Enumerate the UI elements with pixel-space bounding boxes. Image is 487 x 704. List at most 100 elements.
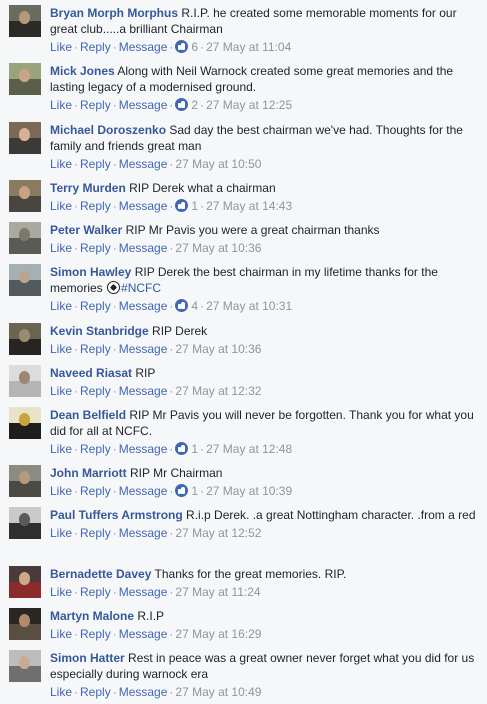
message-button[interactable]: Message <box>119 299 168 313</box>
avatar[interactable] <box>9 566 41 598</box>
thumbs-up-icon[interactable] <box>175 484 189 497</box>
avatar[interactable] <box>9 264 41 296</box>
hashtag-link[interactable]: #NCFC <box>121 281 161 295</box>
reply-button[interactable]: Reply <box>80 157 111 171</box>
like-button[interactable]: Like <box>50 526 72 540</box>
reply-button[interactable]: Reply <box>80 585 111 599</box>
avatar[interactable] <box>9 650 41 682</box>
comment-author[interactable]: Bryan Morph Morphus <box>50 6 178 20</box>
avatar[interactable] <box>9 507 41 539</box>
message-button[interactable]: Message <box>119 98 168 112</box>
comment-timestamp[interactable]: 27 May at 12:32 <box>175 384 261 398</box>
reply-button[interactable]: Reply <box>80 98 111 112</box>
like-button[interactable]: Like <box>50 585 72 599</box>
message-button[interactable]: Message <box>119 442 168 456</box>
message-button[interactable]: Message <box>119 40 168 54</box>
comment-timestamp[interactable]: 27 May at 10:36 <box>175 342 261 356</box>
reply-button[interactable]: Reply <box>80 526 111 540</box>
comment-author[interactable]: Martyn Malone <box>50 609 134 623</box>
reply-button[interactable]: Reply <box>80 40 111 54</box>
reply-button[interactable]: Reply <box>80 342 111 356</box>
reply-button[interactable]: Reply <box>80 484 111 498</box>
avatar[interactable] <box>9 608 41 640</box>
like-button[interactable]: Like <box>50 685 72 699</box>
like-button[interactable]: Like <box>50 299 72 313</box>
comment-timestamp[interactable]: 27 May at 10:31 <box>206 299 292 313</box>
separator: · <box>200 40 205 54</box>
comment-body: Mick Jones Along with Neil Warnock creat… <box>50 63 479 95</box>
reply-button[interactable]: Reply <box>80 199 111 213</box>
comment-timestamp[interactable]: 27 May at 10:49 <box>175 685 261 699</box>
comment-author[interactable]: Paul Tuffers Armstrong <box>50 508 183 522</box>
like-button[interactable]: Like <box>50 40 72 54</box>
like-button[interactable]: Like <box>50 199 72 213</box>
reply-button[interactable]: Reply <box>80 299 111 313</box>
reply-button[interactable]: Reply <box>80 442 111 456</box>
like-button[interactable]: Like <box>50 241 72 255</box>
comment-timestamp[interactable]: 27 May at 12:25 <box>206 98 292 112</box>
comment-author[interactable]: Simon Hawley <box>50 265 131 279</box>
comment-author[interactable]: Simon Hatter <box>50 651 125 665</box>
avatar[interactable] <box>9 180 41 212</box>
message-button[interactable]: Message <box>119 199 168 213</box>
comment-author[interactable]: Kevin Stanbridge <box>50 324 149 338</box>
comment-author[interactable]: John Marriott <box>50 466 127 480</box>
reply-button[interactable]: Reply <box>80 627 111 641</box>
reply-button[interactable]: Reply <box>80 685 111 699</box>
like-button[interactable]: Like <box>50 384 72 398</box>
like-button[interactable]: Like <box>50 157 72 171</box>
message-button[interactable]: Message <box>119 342 168 356</box>
comment-author[interactable]: Peter Walker <box>50 223 122 237</box>
message-button[interactable]: Message <box>119 384 168 398</box>
message-button[interactable]: Message <box>119 241 168 255</box>
separator: · <box>74 384 79 398</box>
comment-timestamp[interactable]: 27 May at 11:04 <box>206 40 291 54</box>
thumbs-up-icon[interactable] <box>175 40 189 53</box>
comment-timestamp[interactable]: 27 May at 12:48 <box>206 442 292 456</box>
message-button[interactable]: Message <box>119 526 168 540</box>
separator: · <box>112 384 117 398</box>
comment-item: Kevin Stanbridge RIP Derek Like · Reply · Mes… <box>0 318 487 360</box>
comment-author[interactable]: Dean Belfield <box>50 408 126 422</box>
like-button[interactable]: Like <box>50 442 72 456</box>
comment-timestamp[interactable]: 27 May at 16:29 <box>175 627 261 641</box>
comment-timestamp[interactable]: 27 May at 11:24 <box>175 585 260 599</box>
avatar[interactable] <box>9 122 41 154</box>
thumbs-up-icon[interactable] <box>175 98 189 111</box>
comment-timestamp[interactable]: 27 May at 10:50 <box>175 157 261 171</box>
avatar[interactable] <box>9 323 41 355</box>
thumbs-up-icon[interactable] <box>175 199 189 212</box>
thumbs-up-icon[interactable] <box>175 299 189 312</box>
avatar[interactable] <box>9 63 41 95</box>
comment-author[interactable]: Terry Murden <box>50 181 126 195</box>
comment-item: Simon Hatter Rest in peace was a great o… <box>0 645 487 704</box>
avatar[interactable] <box>9 407 41 439</box>
comment-timestamp[interactable]: 27 May at 10:36 <box>175 241 261 255</box>
thumbs-up-icon[interactable] <box>175 442 189 455</box>
like-button[interactable]: Like <box>50 98 72 112</box>
comment-author[interactable]: Bernadette Davey <box>50 567 151 581</box>
like-button[interactable]: Like <box>50 627 72 641</box>
avatar[interactable] <box>9 365 41 397</box>
comment-author[interactable]: Mick Jones <box>50 64 115 78</box>
message-button[interactable]: Message <box>119 484 168 498</box>
message-button[interactable]: Message <box>119 585 168 599</box>
comment-actions: Like · Reply · Message · 1 · 27 May at 12:48 <box>50 441 479 458</box>
reply-button[interactable]: Reply <box>80 241 111 255</box>
like-button[interactable]: Like <box>50 484 72 498</box>
comment-author[interactable]: Michael Doroszenko <box>50 123 166 137</box>
avatar-face <box>19 11 30 24</box>
avatar[interactable] <box>9 222 41 254</box>
separator: · <box>74 241 79 255</box>
comment-timestamp[interactable]: 27 May at 14:43 <box>206 199 292 213</box>
avatar[interactable] <box>9 5 41 37</box>
message-button[interactable]: Message <box>119 627 168 641</box>
avatar[interactable] <box>9 465 41 497</box>
message-button[interactable]: Message <box>119 685 168 699</box>
comment-timestamp[interactable]: 27 May at 12:52 <box>175 526 261 540</box>
message-button[interactable]: Message <box>119 157 168 171</box>
like-button[interactable]: Like <box>50 342 72 356</box>
reply-button[interactable]: Reply <box>80 384 111 398</box>
comment-timestamp[interactable]: 27 May at 10:39 <box>206 484 292 498</box>
comment-author[interactable]: Naveed Riasat <box>50 366 132 380</box>
